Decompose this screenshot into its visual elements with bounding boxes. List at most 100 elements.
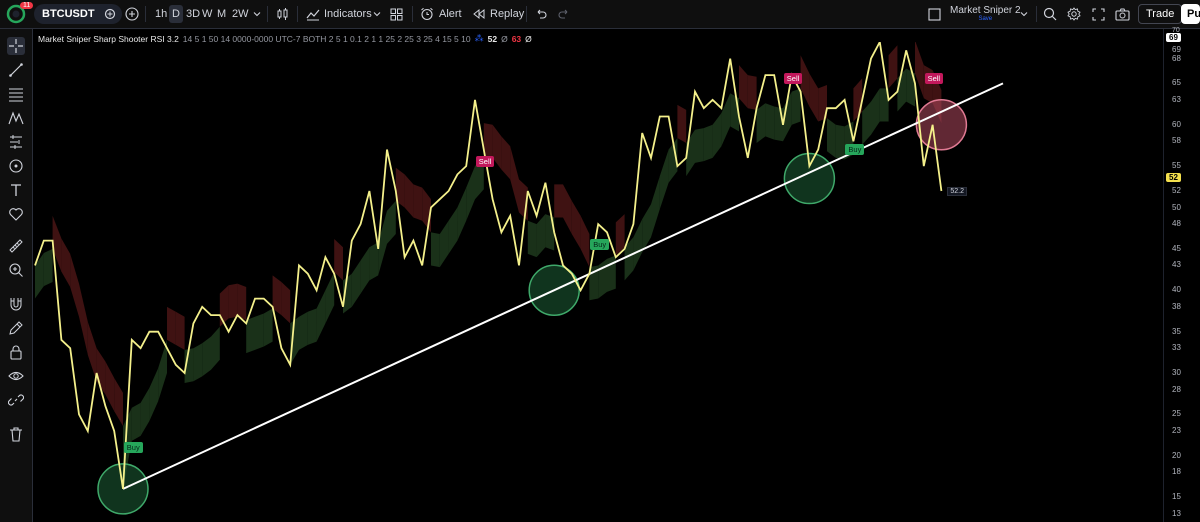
layout-dropdown[interactable]: [1020, 0, 1028, 28]
timeframe-m[interactable]: M: [214, 0, 229, 28]
text-icon: [11, 184, 21, 196]
trend-line[interactable]: [122, 82, 1004, 490]
add-symbol-button[interactable]: [125, 0, 139, 28]
bear-cloud-segment: [79, 283, 88, 355]
indicators-button[interactable]: Indicators: [306, 0, 372, 28]
buy-signal-label: Buy: [590, 238, 610, 250]
bull-cloud-segment: [536, 214, 546, 258]
trend-line-tool[interactable]: [7, 61, 25, 79]
rewind-icon: [473, 8, 485, 20]
settings-button[interactable]: [1067, 0, 1081, 28]
bear-cloud-segment: [554, 184, 563, 218]
lock-drawings-tool[interactable]: [7, 343, 25, 361]
bear-cloud-segment: [219, 285, 229, 327]
remove-drawings-tool[interactable]: [7, 425, 25, 443]
pattern-tool[interactable]: [7, 109, 25, 127]
undo-button[interactable]: [535, 0, 547, 28]
layouts-button[interactable]: [390, 0, 403, 28]
fullscreen-button[interactable]: [1092, 0, 1105, 28]
timeframe-d[interactable]: D: [169, 5, 183, 23]
chevron-down-icon: [1020, 12, 1028, 17]
zoom-tool[interactable]: [7, 261, 25, 279]
bull-cloud-segment: [316, 290, 326, 342]
sell-signal-label: Sell: [475, 156, 495, 167]
price-axis[interactable]: [1163, 29, 1200, 522]
camera-icon: [1115, 8, 1130, 21]
axis-tick-label: 55: [1172, 161, 1181, 171]
symbol-search[interactable]: BTCUSDT: [34, 4, 122, 24]
bull-cloud-segment: [369, 242, 379, 281]
bull-cloud-segment: [633, 219, 643, 271]
bull-cloud-segment: [211, 326, 220, 370]
axis-current-value: 52: [1166, 173, 1181, 182]
bull-cloud-segment: [457, 187, 467, 241]
bull-cloud-segment: [325, 272, 335, 324]
crosshair-tool[interactable]: [7, 37, 25, 55]
symbol-name: BTCUSDT: [42, 8, 95, 20]
bull-cloud-segment: [431, 232, 440, 268]
bear-cloud-segment: [923, 65, 933, 104]
buy-signal-label: Buy: [845, 143, 865, 155]
bull-cloud-segment: [149, 368, 159, 422]
axis-tick-label: 58: [1172, 136, 1181, 146]
bear-cloud-segment: [571, 200, 581, 249]
axis-tick-label: 13: [1172, 508, 1181, 518]
axis-tick-label: 60: [1172, 119, 1181, 129]
indicators-dropdown[interactable]: [373, 0, 381, 28]
shapes-tool[interactable]: [7, 157, 25, 175]
rsi-chart[interactable]: [33, 42, 1163, 522]
bull-cloud-segment: [791, 88, 801, 125]
magnet-tool[interactable]: [7, 295, 25, 313]
replay-label: Replay: [490, 8, 525, 20]
trade-button[interactable]: Trade: [1138, 4, 1183, 24]
measure-tool[interactable]: [7, 237, 25, 255]
trend-line-icon: [9, 63, 23, 77]
bear-cloud-segment: [501, 136, 511, 180]
brush-circle-icon: [9, 159, 23, 173]
layout-select[interactable]: [928, 0, 941, 28]
timeframe-1h[interactable]: 1h: [152, 0, 170, 28]
chart-type-button[interactable]: [276, 0, 290, 28]
bull-cloud-segment: [158, 339, 167, 402]
bull-cloud-segment: [827, 118, 836, 158]
bull-cloud-segment: [703, 124, 713, 162]
rsi-value-label: 52.2: [947, 186, 968, 196]
horizontal-lines-icon: [9, 88, 23, 102]
ruler-icon: [9, 239, 23, 253]
redo-icon: [558, 9, 568, 19]
app-logo[interactable]: 11: [6, 0, 34, 28]
heart-icon: [9, 208, 23, 221]
stay-drawing-tool[interactable]: [7, 319, 25, 337]
notification-badge: 11: [20, 2, 34, 9]
bull-cloud-segment: [307, 308, 317, 345]
link-tool[interactable]: [7, 391, 25, 409]
bull-cloud-segment: [774, 106, 783, 142]
timeframe-w[interactable]: W: [199, 0, 215, 28]
text-tool[interactable]: [7, 181, 25, 199]
sell-signal-label: Sell: [783, 73, 803, 85]
axis-tick-label: 30: [1172, 368, 1181, 378]
compare-icon[interactable]: [104, 8, 116, 20]
hide-drawings-tool[interactable]: [7, 367, 25, 385]
publish-button[interactable]: Pu: [1181, 4, 1200, 24]
bear-cloud-segment: [114, 378, 123, 426]
alert-button[interactable]: Alert: [420, 0, 462, 28]
layout-name-block[interactable]: Market Sniper 2 Save: [950, 0, 1021, 28]
bear-cloud-segment: [888, 45, 898, 89]
bull-cloud-segment: [527, 220, 537, 258]
snapshot-button[interactable]: [1115, 0, 1130, 28]
quick-search-button[interactable]: [1043, 0, 1057, 28]
indicators-icon: [306, 9, 320, 21]
axis-tick-label: 48: [1172, 219, 1181, 229]
lock-icon: [10, 345, 22, 360]
pattern-icon: [8, 111, 24, 125]
favorites-tool[interactable]: [7, 205, 25, 223]
axis-tick-label: 43: [1172, 260, 1181, 270]
timeframe-dropdown[interactable]: [253, 0, 261, 28]
timeframe-2w[interactable]: 2W: [229, 0, 252, 28]
forecast-tool[interactable]: [7, 133, 25, 151]
replay-button[interactable]: Replay: [472, 0, 524, 28]
drawing-toolbar: [0, 29, 33, 522]
fib-tool[interactable]: [7, 85, 25, 103]
redo-button[interactable]: [558, 0, 570, 28]
